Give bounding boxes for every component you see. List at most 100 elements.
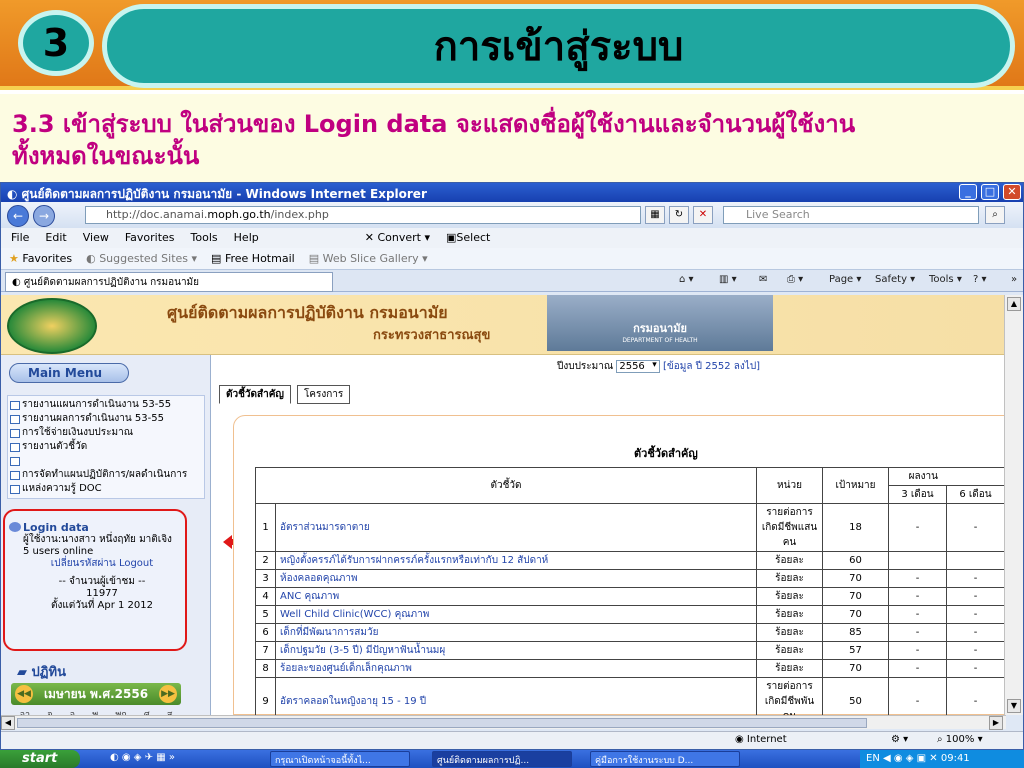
indicator-link[interactable]: เด็กที่มีพัฒนาการสมวัย (275, 623, 757, 642)
web-slice-link[interactable]: ▤ Web Slice Gallery ▾ (309, 252, 428, 265)
close-icon[interactable]: ✕ (1003, 184, 1021, 200)
old-data-link[interactable]: [ข้อมูล ปี 2552 ลงไป] (663, 361, 760, 372)
minimize-icon[interactable]: _ (959, 184, 977, 200)
quicklaunch-icons[interactable]: ◐ ◉ ◈ ✈ ▦ » (110, 752, 175, 763)
taskbar-item-prompt[interactable]: กรุณาเปิดหน้าจอนี้ทั้งไ... (270, 751, 410, 767)
system-tray: EN ◀ ◉ ◈ ▣ ✕ 09:41 (860, 750, 1024, 768)
vertical-scrollbar[interactable]: ▲ ▼ (1004, 295, 1023, 715)
taskbar-item-word[interactable]: คู่มือการใช้งานระบบ D... (590, 751, 740, 767)
language-indicator[interactable]: EN (866, 753, 880, 764)
mail-icon[interactable]: ✉ (759, 274, 767, 285)
feeds-icon[interactable]: ▥ ▾ (719, 274, 737, 285)
horizontal-scrollbar[interactable]: ◀ ▶ (1, 715, 1006, 730)
login-user-name: ผู้ใช้งาน:นางสาว หนึ่งฤทัย มาติเจิง (23, 534, 172, 545)
scroll-right-icon[interactable]: ▶ (989, 716, 1003, 730)
help-icon[interactable]: ? ▾ (973, 274, 987, 285)
main-menu-heading: Main Menu (9, 363, 129, 383)
indicator-link[interactable]: อัตราคลอดในหญิงอายุ 15 - 19 ปี (275, 677, 757, 715)
unit-cell: ร้อยละ (756, 659, 823, 678)
select-button[interactable]: ▣Select (446, 231, 490, 245)
indicator-link[interactable]: เด็กปฐมวัย (3-5 ปี) มีปัญหาฟันน้ำนมผุ (275, 641, 757, 660)
url-prefix: http://doc.anamai. (106, 208, 208, 221)
tray-icons[interactable]: ◀ ◉ ◈ ▣ ✕ (883, 753, 938, 764)
internet-zone: ◉ Internet (735, 734, 787, 745)
refresh-icon[interactable]: ↻ (669, 206, 689, 224)
menu-item-budget[interactable]: การใช้จ่ายเงินงบประมาณ (8, 426, 204, 440)
menu-file[interactable]: File (11, 231, 29, 245)
suggested-sites-label: Suggested Sites (99, 252, 189, 265)
scroll-thumb[interactable] (17, 718, 867, 728)
indicator-link[interactable]: ANC คุณภาพ (275, 587, 757, 606)
taskbar-item-ie[interactable]: ศูนย์ติดตามผลการปฏิ... (432, 751, 572, 767)
menu-view[interactable]: View (83, 231, 109, 245)
search-input[interactable]: Live Search (723, 206, 979, 224)
menu-help[interactable]: Help (234, 231, 259, 245)
favorites-label: Favorites (22, 252, 73, 265)
menu-item-knowledge[interactable]: แหล่งความรู้ DOC (8, 482, 204, 496)
result-6m-cell: - (946, 659, 1005, 678)
prev-month-icon[interactable]: ◀◀ (15, 685, 33, 703)
indicator-link[interactable]: หญิงตั้งครรภ์ได้รับการฝากครรภ์ครั้งแรกหร… (275, 551, 757, 570)
compat-icon[interactable]: ▦ (645, 206, 665, 224)
table-row: 6 เด็กที่มีพัฒนาการสมวัย ร้อยละ 85- - (255, 623, 1006, 642)
convert-label: Convert (377, 231, 421, 244)
print-icon[interactable]: ⎙ ▾ (787, 274, 803, 285)
start-button[interactable]: start (0, 750, 80, 768)
weekday: จ (47, 710, 53, 715)
scroll-up-icon[interactable]: ▲ (1007, 297, 1021, 311)
more-icon[interactable]: » (1011, 274, 1017, 285)
menu-favorites[interactable]: Favorites (125, 231, 175, 245)
address-input[interactable]: http://doc.anamai.moph.go.th/index.php (85, 206, 641, 224)
main-menu-list: รายงานแผนการดำเนินงาน 53-55 รายงานผลการด… (7, 395, 205, 499)
logout-link[interactable]: เปลี่ยนรหัสผ่าน Logout (23, 558, 181, 570)
menu-item-indicators[interactable]: รายงานตัวชี้วัด (8, 440, 204, 454)
convert-button[interactable]: ✕ Convert ▾ (365, 231, 430, 245)
calendar-month: เมษายน พ.ศ.2556 (43, 687, 149, 701)
safety-menu[interactable]: Safety ▾ (875, 274, 915, 285)
favorites-button[interactable]: ★ Favorites (9, 252, 72, 265)
home-icon[interactable]: ⌂ ▾ (679, 274, 694, 285)
page-menu[interactable]: Page ▾ (829, 274, 861, 285)
tab-title: ศูนย์ติดตามผลการปฏิบัติงาน กรมอนามัย (23, 277, 200, 288)
task-label: คู่มือการใช้งานระบบ D... (595, 756, 694, 766)
suggested-sites-link[interactable]: ◐ Suggested Sites ▾ (86, 252, 197, 265)
maximize-icon[interactable]: □ (981, 184, 999, 200)
weekday: พฤ (115, 710, 127, 715)
scroll-left-icon[interactable]: ◀ (1, 716, 15, 730)
row-number: 5 (255, 605, 276, 624)
scroll-down-icon[interactable]: ▼ (1007, 699, 1021, 713)
fiscal-year-select[interactable]: 2556 (616, 360, 660, 373)
browser-tab[interactable]: ◐ ศูนย์ติดตามผลการปฏิบัติงาน กรมอนามัย (5, 272, 333, 292)
calendar-title: ▰ ปฏิทิน (17, 661, 66, 682)
row-number: 4 (255, 587, 276, 606)
protected-mode-icon[interactable]: ⚙ ▾ (891, 734, 908, 745)
search-icon[interactable]: ⌕ (985, 206, 1005, 224)
zoom-control[interactable]: ⌕ 100% ▾ (937, 734, 983, 745)
zoom-level: 100% (945, 734, 975, 745)
forward-icon[interactable]: → (33, 205, 55, 227)
indicator-link[interactable]: ห้องคลอดคุณภาพ (275, 569, 757, 588)
menu-item-action-plan[interactable]: การจัดทำแผนปฏิบัติการ/ผลดำเนินการ (8, 468, 204, 482)
target-cell: 70 (822, 659, 889, 678)
clock: 09:41 (940, 753, 970, 764)
indicator-link[interactable]: อัตราส่วนมารดาตาย (275, 503, 757, 552)
tab-project[interactable]: โครงการ (296, 385, 351, 404)
menu-item-blank[interactable] (8, 454, 204, 468)
favorites-bar: ★ Favorites ◐ Suggested Sites ▾ ▤ Free H… (1, 248, 1023, 270)
menu-item-result[interactable]: รายงานผลการดำเนินงาน 53-55 (8, 412, 204, 426)
row-number: 3 (255, 569, 276, 588)
free-hotmail-link[interactable]: ▤ Free Hotmail (211, 252, 295, 265)
indicator-link[interactable]: Well Child Clinic(WCC) คุณภาพ (275, 605, 757, 624)
menu-item-plan[interactable]: รายงานแผนการดำเนินงาน 53-55 (8, 398, 204, 412)
tab-kpi[interactable]: ตัวชี้วัดสำคัญ (219, 385, 291, 404)
result-6m-cell: - (946, 569, 1005, 588)
start-label: start (22, 751, 58, 766)
menu-tools[interactable]: Tools (191, 231, 218, 245)
indicator-link[interactable]: ร้อยละของศูนย์เด็กเล็กคุณภาพ (275, 659, 757, 678)
tools-menu[interactable]: Tools ▾ (929, 274, 962, 285)
result-3m-cell: - (888, 587, 947, 606)
next-month-icon[interactable]: ▶▶ (159, 685, 177, 703)
menu-edit[interactable]: Edit (45, 231, 66, 245)
stop-icon[interactable]: ✕ (693, 206, 713, 224)
back-icon[interactable]: ← (7, 205, 29, 227)
